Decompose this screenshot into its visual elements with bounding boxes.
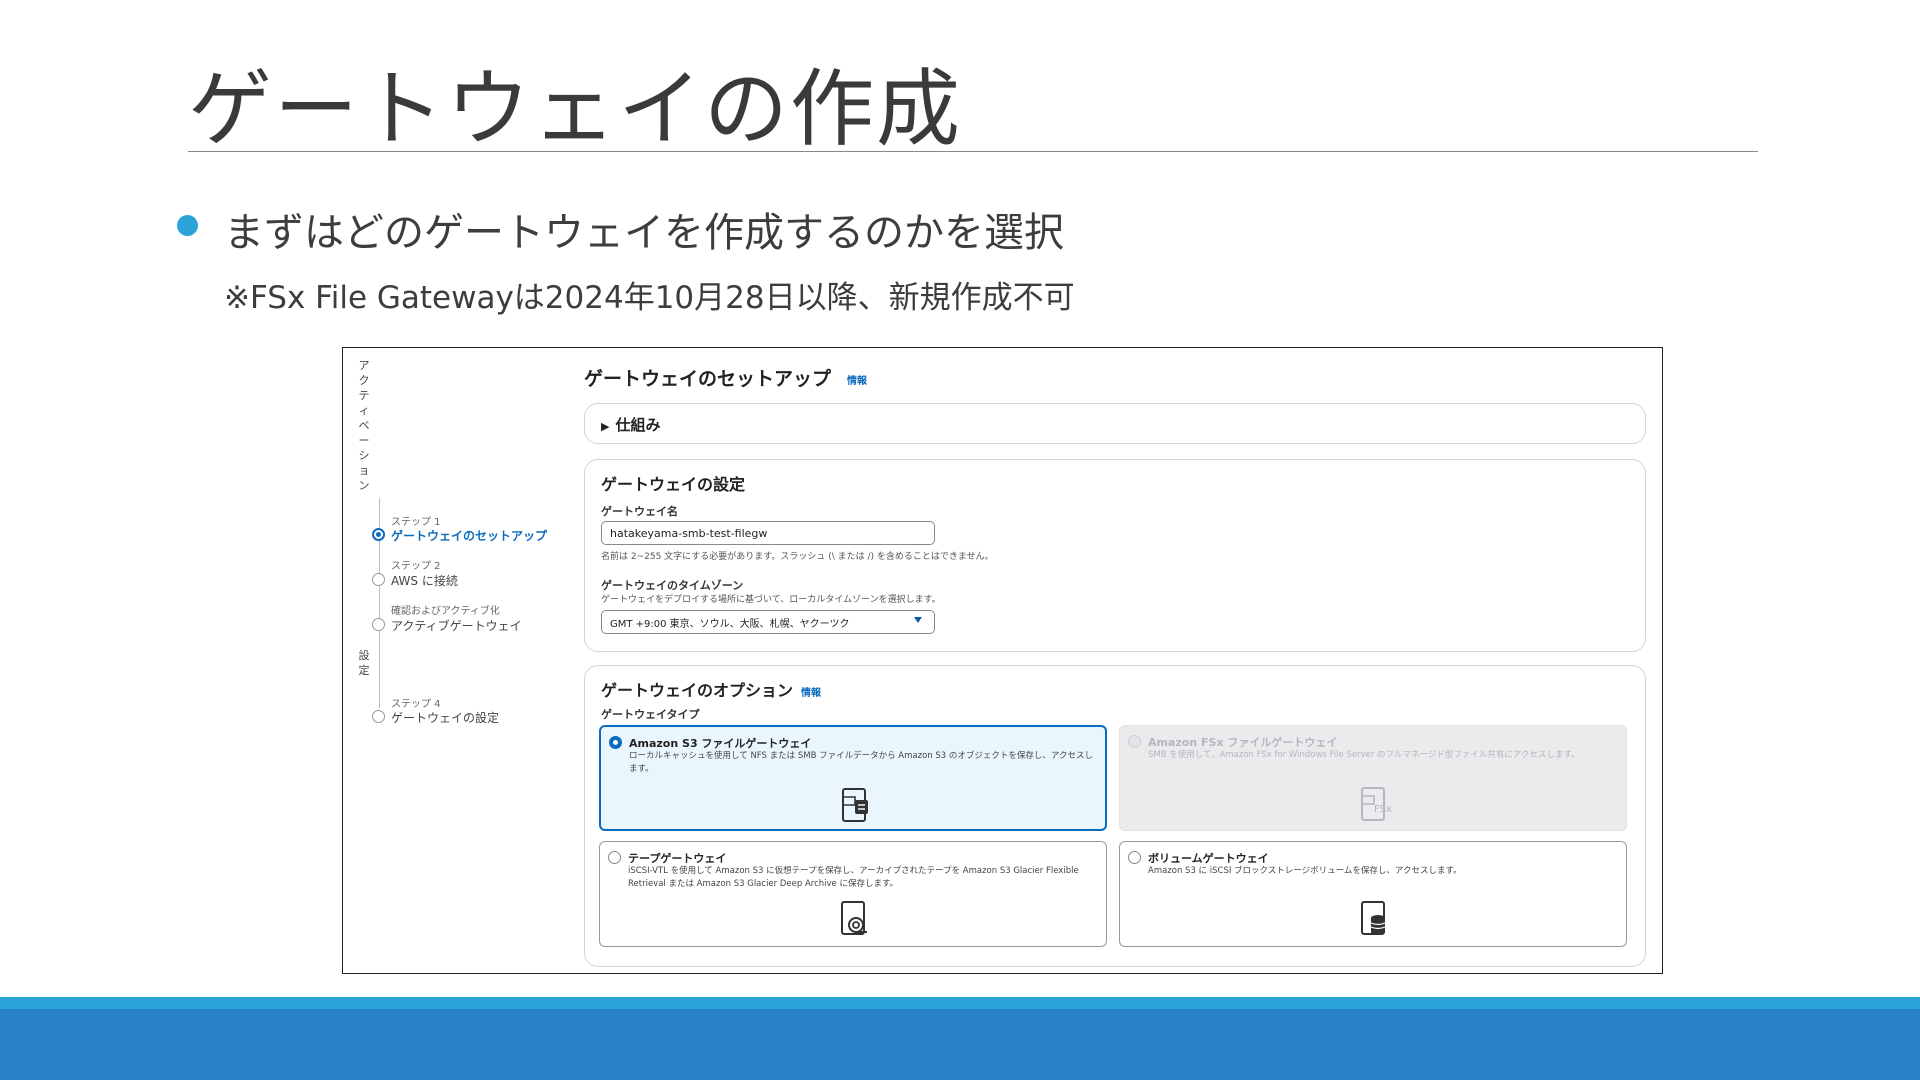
options-heading: ゲートウェイのオプション 情報 <box>601 677 821 701</box>
bullet-text: まずはどのゲートウェイを作成するのかを選択 <box>224 210 1064 256</box>
tape-gateway-desc: iSCSI-VTL を使用して Amazon S3 に仮想テープを保存し、アーカ… <box>628 866 1079 889</box>
tape-gateway-option[interactable]: テープゲートウェイ iSCSI-VTL を使用して Amazon S3 に仮想テ… <box>599 841 1107 947</box>
how-it-works-expander[interactable]: ▶ 仕組み <box>584 403 1646 444</box>
step-1-link[interactable]: ゲートウェイのセットアップ <box>391 527 547 544</box>
fsx-file-gateway-radio <box>1128 735 1141 748</box>
bullet-icon <box>177 215 198 236</box>
fsx-file-gateway-option: Amazon FSx ファイルゲートウェイ SMB を使用して、Amazon F… <box>1119 725 1627 831</box>
s3-file-gateway-radio[interactable] <box>609 736 622 749</box>
gateway-name-input[interactable] <box>601 521 935 545</box>
step-4-indicator <box>372 710 385 723</box>
timezone-select[interactable]: GMT +9:00 東京、ソウル、大阪、札幌、ヤクーツク <box>601 610 935 634</box>
s3-file-gateway-option[interactable]: Amazon S3 ファイルゲートウェイ ローカルキャッシュを使用して NFS … <box>599 725 1107 831</box>
caret-right-icon: ▶ <box>601 420 610 433</box>
timezone-value: GMT +9:00 東京、ソウル、大阪、札幌、ヤクーツク <box>610 619 850 630</box>
options-heading-text: ゲートウェイのオプション <box>601 681 794 700</box>
tape-gateway-radio[interactable] <box>608 851 621 864</box>
tape-gateway-title: テープゲートウェイ <box>628 852 727 865</box>
timezone-label: ゲートウェイのタイムゾーン <box>601 579 744 592</box>
step-4-label: ステップ 4 <box>391 699 441 710</box>
footer-bar <box>0 1009 1920 1080</box>
footer-accent-bar <box>0 997 1920 1009</box>
step-4-link[interactable]: ゲートウェイの設定 <box>391 709 499 726</box>
file-gateway-icon <box>842 788 868 822</box>
fsx-file-gateway-desc: SMB を使用して、Amazon FSx for Windows File Se… <box>1148 750 1580 760</box>
page-heading-text: ゲートウェイのセットアップ <box>584 368 832 390</box>
s3-file-gateway-title: Amazon S3 ファイルゲートウェイ <box>629 737 812 750</box>
info-link[interactable]: 情報 <box>847 376 867 387</box>
step-3-indicator <box>372 618 385 631</box>
step-2-link[interactable]: AWS に接続 <box>391 572 458 589</box>
caret-down-icon <box>914 617 922 623</box>
volume-gateway-radio[interactable] <box>1128 851 1141 864</box>
step-2-label: ステップ 2 <box>391 561 441 572</box>
settings-heading: ゲートウェイの設定 <box>601 475 746 494</box>
step-3-link[interactable]: アクティブゲートウェイ <box>391 617 522 634</box>
title-divider <box>188 151 1758 152</box>
expander-header[interactable]: ▶ 仕組み <box>601 414 660 435</box>
step-1-label: ステップ 1 <box>391 517 441 528</box>
fsx-icon-label: FSx <box>1374 804 1392 815</box>
step-3-label: 確認およびアクティブ化 <box>391 606 500 617</box>
gateway-options-panel: ゲートウェイのオプション 情報 ゲートウェイタイプ Amazon S3 ファイルゲ… <box>584 665 1646 967</box>
gateway-name-hint: 名前は 2~255 文字にする必要があります。スラッシュ (\ または /) を… <box>601 552 994 562</box>
timezone-hint: ゲートウェイをデプロイする場所に基づいて、ローカルタイムゾーンを選択します。 <box>601 595 941 605</box>
gateway-name-label: ゲートウェイ名 <box>601 505 678 518</box>
page-heading: ゲートウェイのセットアップ 情報 <box>584 364 867 391</box>
options-info-link[interactable]: 情報 <box>801 688 821 699</box>
tape-gateway-icon <box>841 901 867 935</box>
fsx-file-gateway-title: Amazon FSx ファイルゲートウェイ <box>1148 736 1338 749</box>
volume-gateway-option[interactable]: ボリュームゲートウェイ Amazon S3 に iSCSI ブロックストレージボ… <box>1119 841 1627 947</box>
nav-section-activation: アクティベーション <box>358 359 370 492</box>
gateway-settings-panel: ゲートウェイの設定 ゲートウェイ名 名前は 2~255 文字にする必要があります… <box>584 459 1646 652</box>
step-2-indicator <box>372 573 385 586</box>
expander-label: 仕組み <box>615 416 661 434</box>
volume-gateway-title: ボリュームゲートウェイ <box>1148 852 1269 865</box>
s3-file-gateway-desc: ローカルキャッシュを使用して NFS または SMB ファイルデータから Ama… <box>629 751 1093 774</box>
console-screenshot: アクティベーション 設定 ステップ 1 ゲートウェイのセットアップ ステップ 2… <box>342 347 1663 974</box>
step-1-indicator <box>372 528 385 541</box>
fsx-gateway-icon: FSx <box>1361 787 1392 821</box>
note-text: ※FSx File Gatewayは2024年10月28日以降、新規作成不可 <box>224 280 1075 316</box>
slide-title: ゲートウェイの作成 <box>188 60 963 158</box>
volume-gateway-icon <box>1361 901 1386 935</box>
nav-section-settings: 設定 <box>358 649 370 677</box>
volume-gateway-desc: Amazon S3 に iSCSI ブロックストレージボリュームを保存し、アクセ… <box>1148 866 1462 876</box>
gateway-type-label: ゲートウェイタイプ <box>601 708 700 721</box>
